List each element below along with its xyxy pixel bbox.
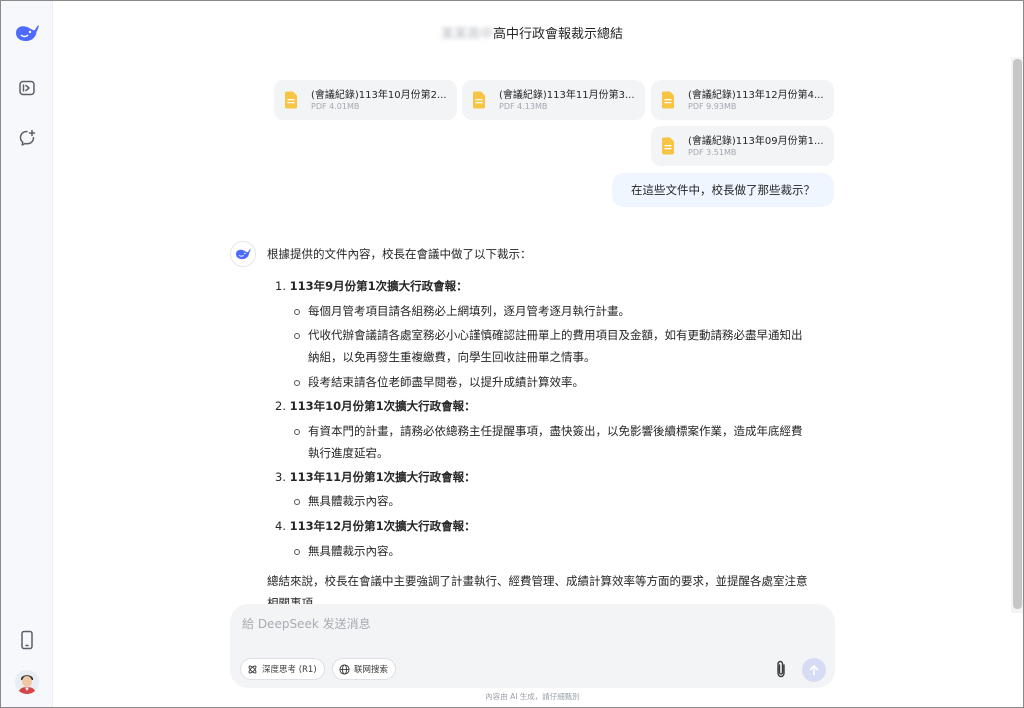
answer-bullet: 每個月管考項目請各組務必上網填列，逐月管考逐月執行計畫。 (308, 304, 630, 318)
avatar-image (15, 670, 39, 694)
user-avatar[interactable] (13, 668, 41, 696)
document-icon (472, 91, 486, 113)
bullet-marker (294, 309, 300, 315)
answer-summary: 總結來說，校長在會議中主要強調了計畫執行、經費管理、成績計算效率等方面的要求，並… (267, 574, 808, 588)
file-name: (會議紀錄)113年09月份第1... (688, 136, 824, 147)
new-chat-icon[interactable] (13, 124, 41, 152)
sidebar (1, 1, 53, 707)
item-heading-text: 113年11月份第1次擴大行政會報： (289, 470, 476, 484)
paperclip-icon[interactable] (772, 660, 790, 678)
file-meta: PDF 3.51MB (688, 148, 737, 157)
file-name: (會議紀錄)113年10月份第2... (311, 90, 447, 101)
file-card[interactable]: (會議紀錄)113年12月份第4... PDF 9.93MB (651, 80, 834, 120)
message-composer[interactable]: 給 DeepSeek 发送消息 深度思考 (R1) 联网搜索 (230, 604, 835, 688)
answer-item-heading: 4. 113年12月份第1次擴大行政會報： (275, 518, 476, 534)
deepseek-logo-icon[interactable] (13, 19, 41, 47)
file-name: (會議紀錄)113年12月份第4... (688, 90, 824, 101)
send-button[interactable] (802, 658, 826, 682)
answer-bullet: 段考結束請各位老師盡早閱卷，以提升成績計算效率。 (308, 375, 584, 389)
message-input[interactable]: 給 DeepSeek 发送消息 (242, 615, 371, 632)
app-window: 某某高中 高中行政會報裁示總結 (會議紀錄)113年10月份第2... PDF … (0, 0, 1024, 708)
item-number: 1. (275, 279, 286, 293)
file-card[interactable]: (會議紀錄)113年10月份第2... PDF 4.01MB (274, 80, 457, 120)
answer-item-heading: 1. 113年9月份第1次擴大行政會報： (275, 278, 468, 294)
answer-bullet-continuation: 納組，以免再發生重複繳費，向學生回收註冊單之情事。 (308, 350, 596, 364)
file-meta: PDF 4.13MB (499, 102, 548, 111)
item-heading-text: 113年12月份第1次擴大行政會報： (289, 519, 476, 533)
answer-summary-continuation: 相關事項。 (267, 596, 325, 604)
file-meta: PDF 9.93MB (688, 102, 737, 111)
deep-think-label: 深度思考 (R1) (262, 665, 317, 675)
bullet-marker (294, 429, 300, 435)
item-number: 2. (275, 399, 286, 413)
document-icon (661, 91, 675, 113)
arrow-up-icon (809, 665, 819, 676)
answer-bullet: 無具體裁示內容。 (308, 544, 400, 558)
item-number: 3. (275, 470, 286, 484)
bullet-marker (294, 499, 300, 505)
bullet-marker (294, 333, 300, 339)
ai-disclaimer: 內容由 AI 生成，請仔細甄別 (485, 692, 580, 701)
scrollbar-thumb[interactable] (1013, 59, 1022, 609)
mobile-phone-icon[interactable] (13, 626, 41, 654)
document-icon (284, 91, 298, 113)
answer-bullet-continuation: 執行進度延宕。 (308, 446, 389, 460)
title-text: 高中行政會報裁示總結 (493, 26, 624, 42)
answer-bullet: 無具體裁示內容。 (308, 494, 400, 508)
answer-bullet: 代收代辦會議請各處室務必小心謹慎確認註冊單上的費用項目及金額，如有更動請務必盡早… (308, 328, 803, 342)
answer-item-heading: 2. 113年10月份第1次擴大行政會報： (275, 398, 476, 414)
file-card[interactable]: (會議紀錄)113年09月份第1... PDF 3.51MB (651, 126, 834, 166)
deepseek-whale-icon (236, 248, 251, 260)
web-search-toggle[interactable]: 联网搜索 (332, 658, 397, 680)
web-search-label: 联网搜索 (354, 665, 389, 675)
user-message-bubble: 在這些文件中，校長做了那些裁示？ (612, 173, 834, 207)
bullet-marker (294, 380, 300, 386)
answer-bullet: 有資本門的計畫，請務必依總務主任提醒事項，盡快簽出，以免影響後續標案作業，造成年… (308, 424, 803, 438)
file-name: (會議紀錄)113年11月份第3... (499, 90, 635, 101)
sidebar-toggle-icon[interactable] (13, 74, 41, 102)
file-meta: PDF 4.01MB (311, 102, 360, 111)
globe-icon (339, 663, 350, 675)
item-number: 4. (275, 519, 286, 533)
assistant-avatar (230, 241, 256, 267)
title-redacted-prefix: 某某高中 (440, 26, 493, 42)
deep-think-toggle[interactable]: 深度思考 (R1) (240, 658, 325, 680)
document-icon (661, 137, 675, 159)
conversation-title: 某某高中 高中行政會報裁示總結 (53, 1, 1011, 63)
file-card[interactable]: (會議紀錄)113年11月份第3... PDF 4.13MB (462, 80, 645, 120)
item-heading-text: 113年10月份第1次擴大行政會報： (289, 399, 476, 413)
answer-item-heading: 3. 113年11月份第1次擴大行政會報： (275, 469, 476, 485)
bullet-marker (294, 549, 300, 555)
atom-icon (248, 665, 257, 673)
answer-intro: 根據提供的文件內容，校長在會議中做了以下裁示： (267, 247, 532, 261)
assistant-answer: 根據提供的文件內容，校長在會議中做了以下裁示： 1. 113年9月份第1次擴大行… (267, 241, 837, 604)
item-heading-text: 113年9月份第1次擴大行政會報： (289, 279, 468, 293)
